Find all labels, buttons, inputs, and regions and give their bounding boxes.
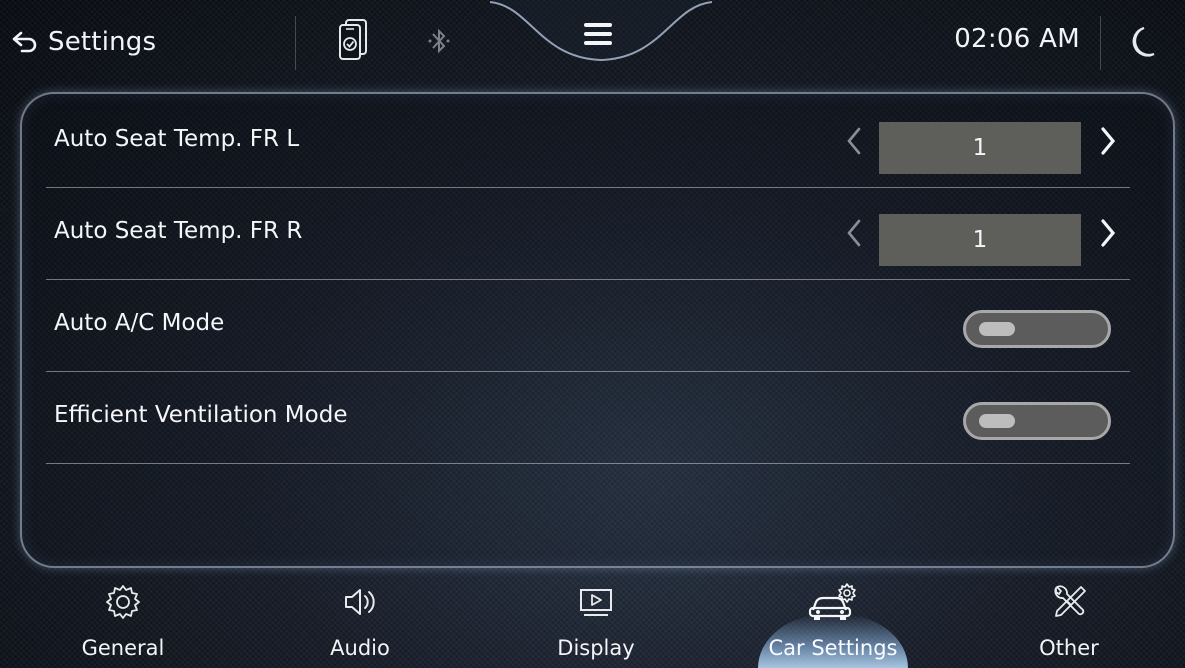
nav-tab-display[interactable]: Display [521,574,671,668]
tools-icon [1054,585,1086,617]
nav-tab-audio[interactable]: Audio [285,574,435,668]
clock: 02:06 AM [954,24,1080,54]
chevron-right-icon[interactable] [1096,216,1120,250]
chevron-right-icon[interactable] [1096,124,1120,158]
auto-ac-mode-toggle[interactable] [963,310,1111,348]
chevron-left-icon[interactable] [842,216,866,250]
bottom-nav: General Audio Display Car Settings Other [0,574,1185,668]
row-label: Efficient Ventilation Mode [54,402,348,428]
nav-tab-car-settings[interactable]: Car Settings [758,574,908,668]
top-bar: Settings 02:06 AM [0,0,1185,86]
toggle-knob [979,322,1015,336]
display-icon [580,589,612,616]
toggle-knob [979,414,1015,428]
nav-label: Audio [330,636,390,660]
settings-row-seat-temp-fr-l: Auto Seat Temp. FR L 1 [46,96,1130,188]
row-label: Auto Seat Temp. FR L [54,126,300,152]
nav-label: Display [557,636,635,660]
settings-row-seat-temp-fr-r: Auto Seat Temp. FR R 1 [46,188,1130,280]
efficient-ventilation-toggle[interactable] [963,402,1111,440]
divider [1100,16,1101,70]
row-label: Auto A/C Mode [54,310,225,336]
settings-row-efficient-ventilation: Efficient Ventilation Mode [46,372,1130,464]
moon-icon[interactable] [1124,22,1158,62]
nav-tab-other[interactable]: Other [994,574,1144,668]
row-label: Auto Seat Temp. FR R [54,218,303,244]
menu-icon[interactable] [580,20,616,48]
nav-tab-general[interactable]: General [48,574,198,668]
nav-label: Car Settings [768,636,898,660]
back-arrow-icon [12,31,37,53]
back-button[interactable]: Settings [12,22,156,62]
gear-icon [106,585,140,619]
seat-temp-fr-r-value[interactable]: 1 [879,214,1081,266]
chevron-left-icon[interactable] [842,124,866,158]
car-gear-icon [808,583,856,620]
settings-row-auto-ac-mode: Auto A/C Mode [46,280,1130,372]
bluetooth-icon [428,28,450,54]
nav-label: General [81,636,165,660]
divider [295,16,296,70]
phone-connection-icon [339,19,367,60]
speaker-icon [345,589,375,615]
nav-label: Other [1039,636,1099,660]
seat-temp-fr-l-value[interactable]: 1 [879,122,1081,174]
page-title: Settings [48,27,157,57]
